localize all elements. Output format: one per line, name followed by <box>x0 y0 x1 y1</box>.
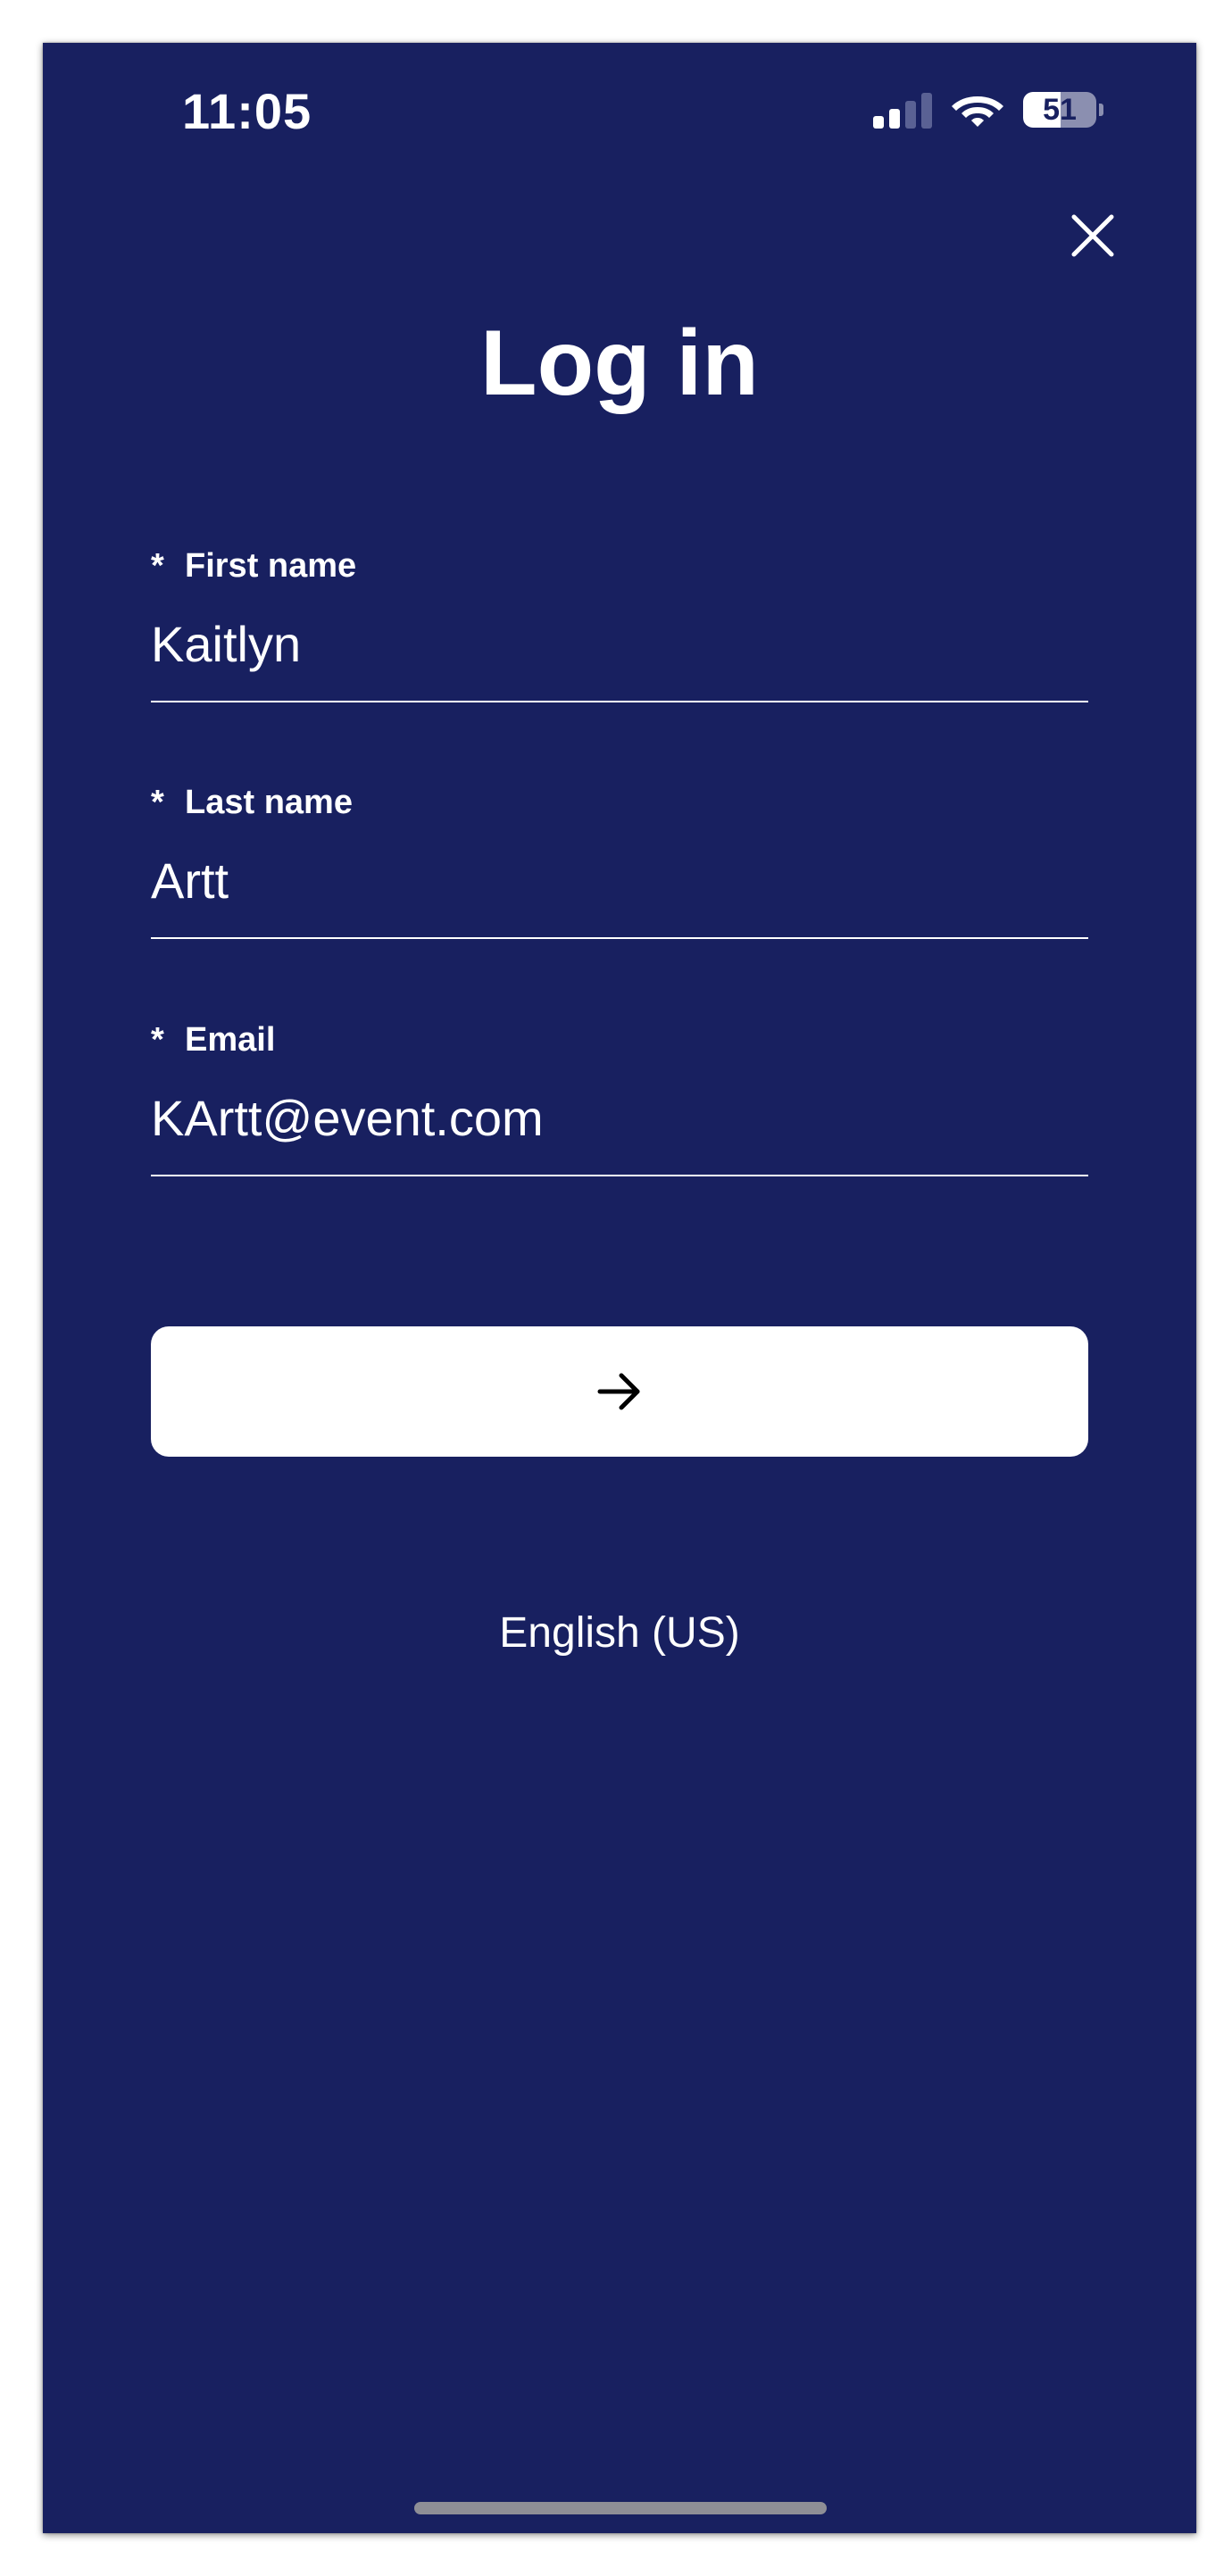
first-name-label-text: First name <box>185 547 357 585</box>
last-name-label: * Last name <box>151 784 353 822</box>
email-input[interactable] <box>151 1082 1088 1153</box>
required-marker: * <box>151 784 164 821</box>
last-name-field: * Last name <box>151 784 1088 939</box>
first-name-input[interactable] <box>151 608 1088 679</box>
email-label: * Email <box>151 1021 275 1059</box>
page-title: Log in <box>480 312 759 415</box>
battery-icon: 51 <box>1023 92 1103 128</box>
last-name-label-text: Last name <box>185 784 353 821</box>
submit-button[interactable] <box>151 1326 1088 1457</box>
battery-body: 51 <box>1023 92 1096 128</box>
wifi-icon <box>952 96 1003 127</box>
login-screen: 11:05 51 Log in * First name Kaitlyn * L… <box>43 43 1196 2533</box>
language-selector[interactable]: English (US) <box>43 1608 1196 1658</box>
signal-bar <box>921 93 932 129</box>
last-name-input[interactable] <box>151 844 1088 916</box>
signal-bar <box>889 109 900 129</box>
email-label-text: Email <box>185 1021 276 1059</box>
required-marker: * <box>151 547 164 585</box>
arrow-right-icon <box>597 1373 640 1410</box>
first-name-label: * First name <box>151 547 356 586</box>
email-field: * Email <box>151 1021 1088 1176</box>
close-button[interactable] <box>1061 204 1125 268</box>
battery-level: 51 <box>1043 93 1077 127</box>
signal-bar <box>905 101 916 129</box>
battery-nub <box>1099 104 1103 116</box>
first-name-field: * First name <box>151 547 1088 702</box>
close-icon <box>1071 214 1114 257</box>
home-indicator <box>414 2502 827 2514</box>
cellular-signal-icon <box>873 93 932 129</box>
status-time: 11:05 <box>182 83 312 139</box>
signal-bar <box>873 116 884 129</box>
required-marker: * <box>151 1021 164 1059</box>
